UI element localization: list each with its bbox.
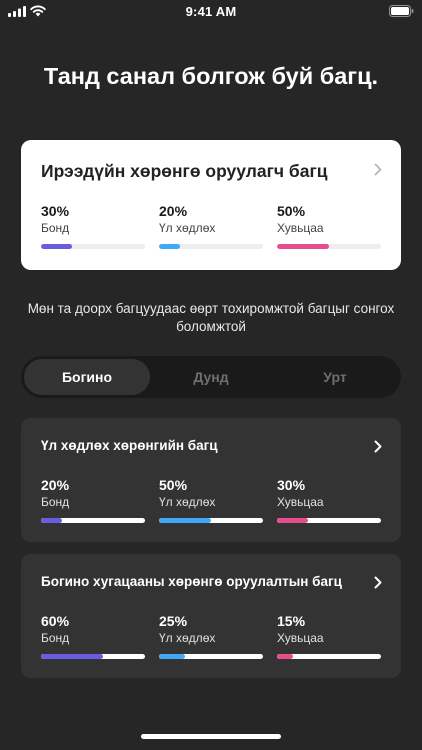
stat-percentage: 50%: [159, 477, 188, 493]
recommended-portfolio-title: Ирээдүйн хөрөнгө оруулагч багц: [41, 161, 328, 181]
battery-icon: [389, 5, 414, 17]
stat-percentage: 50%: [277, 203, 306, 219]
stat-label: Хувьцаа: [277, 495, 324, 509]
tab-short[interactable]: Богино: [24, 359, 150, 395]
stat-real-estate: 50% Үл хөдлөх: [159, 477, 263, 523]
progress-fill: [41, 518, 62, 523]
progress-bar: [41, 518, 145, 523]
stat-label: Үл хөдлөх: [159, 221, 216, 235]
status-bar: 9:41 AM: [0, 0, 422, 24]
progress-fill: [277, 518, 309, 523]
stat-percentage: 25%: [159, 613, 188, 629]
portfolio-title: Богино хугацааны хөрөнгө оруулалтын багц: [41, 574, 342, 589]
recommended-portfolio-card[interactable]: Ирээдүйн хөрөнгө оруулагч багц 30% Бонд …: [21, 140, 401, 270]
stat-bond: 20% Бонд: [41, 477, 145, 523]
tab-long[interactable]: Урт: [272, 359, 398, 395]
stat-label: Хувьцаа: [277, 221, 324, 235]
allocation-stats: 20% Бонд 50% Үл хөдлөх 30% Хувьцаа: [41, 477, 381, 523]
stat-label: Үл хөдлөх: [159, 495, 216, 509]
stat-stocks: 50% Хувьцаа: [277, 203, 381, 249]
progress-fill: [277, 654, 293, 659]
progress-fill: [41, 654, 104, 659]
stat-label: Хувьцаа: [277, 631, 324, 645]
progress-fill: [159, 244, 180, 249]
stat-label: Бонд: [41, 221, 70, 235]
chevron-right-icon: [374, 576, 382, 589]
stat-percentage: 20%: [159, 203, 188, 219]
stat-bond: 60% Бонд: [41, 613, 145, 659]
allocation-stats: 60% Бонд 25% Үл хөдлөх 15% Хувьцаа: [41, 613, 381, 659]
progress-bar: [277, 518, 381, 523]
portfolio-card-real-estate[interactable]: Үл хөдлөх хөрөнгийн багц 20% Бонд 50% Үл…: [21, 418, 401, 542]
progress-bar: [159, 654, 263, 659]
page-title: Танд санал болгож буй багц.: [43, 63, 379, 89]
chevron-right-icon: [374, 440, 382, 453]
screen: 9:41 AM Танд санал болгож буй багц. Ирээ…: [0, 0, 422, 750]
stat-real-estate: 20% Үл хөдлөх: [159, 203, 263, 249]
progress-fill: [159, 654, 185, 659]
stat-percentage: 20%: [41, 477, 70, 493]
progress-fill: [41, 244, 73, 249]
progress-fill: [277, 244, 329, 249]
allocation-stats: 30% Бонд 20% Үл хөдлөх 50% Хувьцаа: [41, 203, 381, 249]
stat-real-estate: 25% Үл хөдлөх: [159, 613, 263, 659]
home-indicator[interactable]: [141, 734, 281, 739]
progress-bar: [277, 654, 381, 659]
chevron-right-icon: [374, 163, 382, 176]
stat-bond: 30% Бонд: [41, 203, 145, 249]
progress-bar: [41, 654, 145, 659]
portfolio-title: Үл хөдлөх хөрөнгийн багц: [41, 438, 218, 453]
choose-subtitle: Мөн та доорх багцуудаас өөрт тохиромжтой…: [27, 301, 395, 334]
tab-medium[interactable]: Дунд: [148, 359, 274, 395]
stat-percentage: 30%: [41, 203, 70, 219]
stat-label: Бонд: [41, 495, 70, 509]
stat-percentage: 15%: [277, 613, 306, 629]
status-right: [389, 4, 414, 22]
progress-bar: [41, 244, 145, 249]
stat-stocks: 30% Хувьцаа: [277, 477, 381, 523]
stat-label: Үл хөдлөх: [159, 631, 216, 645]
progress-bar: [159, 244, 263, 249]
stat-label: Бонд: [41, 631, 70, 645]
progress-bar: [277, 244, 381, 249]
stat-percentage: 30%: [277, 477, 306, 493]
progress-bar: [159, 518, 263, 523]
status-time: 9:41 AM: [185, 4, 237, 19]
stat-percentage: 60%: [41, 613, 70, 629]
portfolio-card-short-term[interactable]: Богино хугацааны хөрөнгө оруулалтын багц…: [21, 554, 401, 678]
progress-fill: [159, 518, 211, 523]
stat-stocks: 15% Хувьцаа: [277, 613, 381, 659]
term-segmented-control: Богино Дунд Урт: [21, 356, 401, 398]
